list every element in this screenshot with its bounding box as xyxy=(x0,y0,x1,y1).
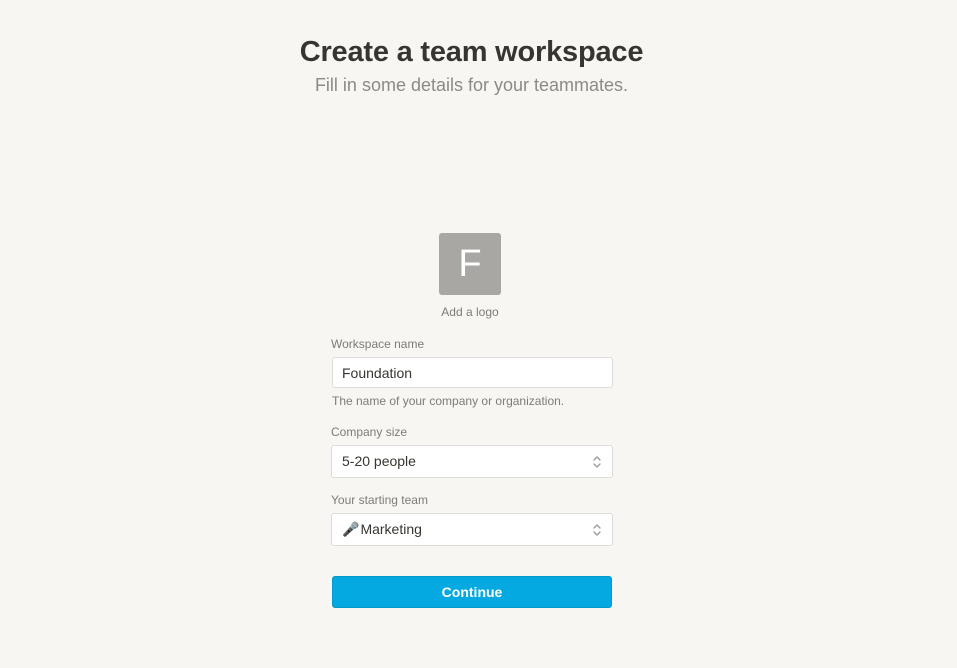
starting-team-value: Marketing xyxy=(360,521,422,537)
page-title: Create a team workspace xyxy=(299,36,644,68)
page-header: Create a team workspace Fill in some det… xyxy=(0,33,943,97)
workspace-name-label: Workspace name xyxy=(331,337,425,351)
company-size-value: 5-20 people xyxy=(342,453,416,469)
microphone-icon: 🎤 xyxy=(342,521,360,537)
select-chevrons-icon xyxy=(593,456,601,468)
company-size-label: Company size xyxy=(331,425,408,439)
workspace-name-hint: The name of your company or organization… xyxy=(332,394,565,408)
starting-team-label: Your starting team xyxy=(331,493,428,507)
company-size-select[interactable]: 5-20 people xyxy=(331,445,613,478)
workspace-form: Workspace name The name of your company … xyxy=(331,336,613,546)
continue-button[interactable]: Continue xyxy=(332,576,612,608)
starting-team-select[interactable]: 🎤Marketing xyxy=(331,513,613,546)
create-workspace-page: Create a team workspace Fill in some det… xyxy=(0,0,957,668)
page-subtitle: Fill in some details for your teammates. xyxy=(314,75,629,95)
select-chevrons-icon xyxy=(593,524,601,536)
workspace-name-input[interactable] xyxy=(332,357,613,388)
logo-uploader: F Add a logo xyxy=(439,233,501,319)
add-logo-link[interactable]: Add a logo xyxy=(409,305,531,319)
workspace-logo-tile[interactable]: F xyxy=(439,233,501,295)
